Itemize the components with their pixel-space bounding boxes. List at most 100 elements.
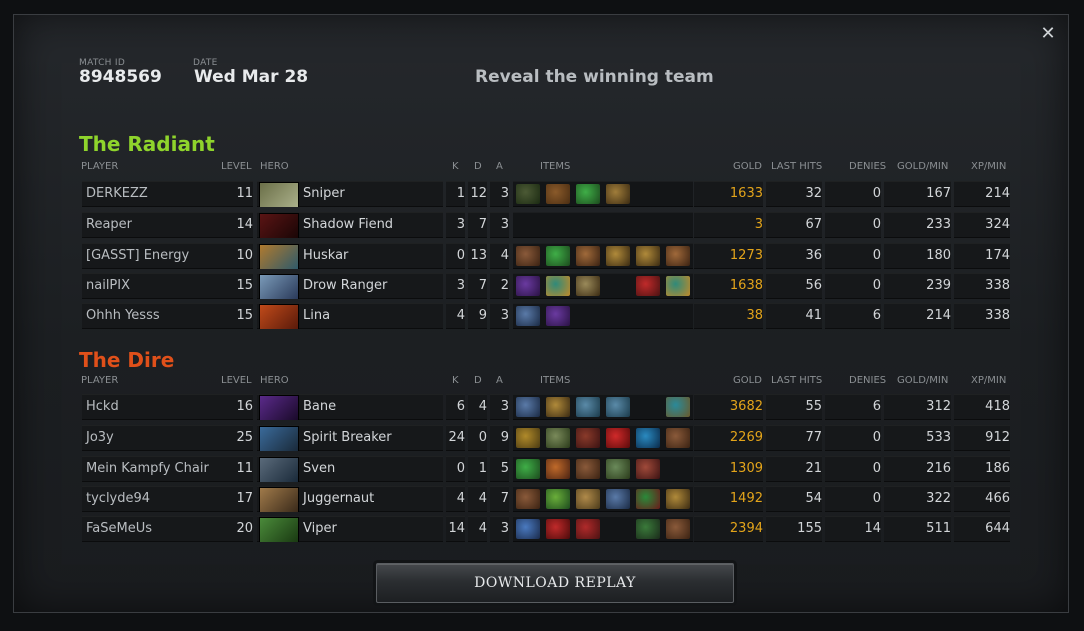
gold: 38 (694, 303, 763, 329)
gold-per-min: 216 (884, 456, 951, 482)
item-icon[interactable] (666, 489, 690, 509)
item-icon[interactable] (576, 276, 600, 296)
column-header-d: D (474, 375, 482, 386)
player-row[interactable]: FaSeMeUs 20 Viper 14 4 3 2394 155 14 511 644 (82, 516, 1012, 542)
player-level: 14 (231, 212, 253, 238)
player-row[interactable]: Reaper 14 Shadow Fiend 3 7 3 3 67 0 233 324 (82, 212, 1012, 238)
xp-per-min: 644 (954, 516, 1010, 542)
item-icon[interactable] (546, 306, 570, 326)
item-icon[interactable] (666, 397, 690, 417)
deaths: 13 (468, 243, 487, 269)
deaths: 0 (468, 425, 487, 451)
close-icon[interactable]: ✕ (1040, 25, 1056, 43)
item-icon[interactable] (576, 459, 600, 479)
item-icon[interactable] (576, 428, 600, 448)
denies: 0 (825, 181, 881, 207)
item-icon[interactable] (666, 428, 690, 448)
item-icon[interactable] (576, 397, 600, 417)
hero-cell: Bane (257, 394, 443, 420)
hero-portrait-icon (259, 426, 299, 451)
item-icon[interactable] (606, 459, 630, 479)
column-header-last-hits: LAST HITS (771, 375, 823, 386)
item-icon[interactable] (516, 276, 540, 296)
items-cell (513, 273, 693, 299)
column-header-player: PLAYER (81, 375, 119, 386)
kills: 1 (446, 181, 465, 207)
item-icon[interactable] (606, 397, 630, 417)
player-level: 11 (231, 456, 253, 482)
item-icon[interactable] (516, 246, 540, 266)
gold-per-min: 533 (884, 425, 951, 451)
kills: 4 (446, 303, 465, 329)
item-icon[interactable] (516, 184, 540, 204)
kills: 0 (446, 243, 465, 269)
item-icon[interactable] (666, 519, 690, 539)
column-header-a: A (496, 375, 503, 386)
player-level: 10 (231, 243, 253, 269)
reveal-winner-link[interactable]: Reveal the winning team (475, 67, 714, 87)
item-icon[interactable] (666, 276, 690, 296)
column-header-denies: DENIES (849, 375, 887, 386)
item-icon[interactable] (546, 184, 570, 204)
assists: 3 (490, 303, 509, 329)
column-header-a: A (496, 161, 503, 172)
item-icon[interactable] (516, 428, 540, 448)
player-row[interactable]: tyclyde94 17 Juggernaut 4 4 7 1492 54 0 322 466 (82, 486, 1012, 512)
player-row[interactable]: Hckd 16 Bane 6 4 3 3682 55 6 312 418 (82, 394, 1012, 420)
item-icon[interactable] (636, 276, 660, 296)
last-hits: 21 (766, 456, 822, 482)
item-icon[interactable] (546, 276, 570, 296)
gold: 1273 (694, 243, 763, 269)
gold-per-min: 233 (884, 212, 951, 238)
item-icon[interactable] (636, 459, 660, 479)
deaths: 12 (468, 181, 487, 207)
item-icon[interactable] (546, 519, 570, 539)
item-icon[interactable] (546, 459, 570, 479)
assists: 9 (490, 425, 509, 451)
gold: 3 (694, 212, 763, 238)
kills: 4 (446, 486, 465, 512)
item-icon[interactable] (546, 246, 570, 266)
item-icon[interactable] (636, 519, 660, 539)
denies: 6 (825, 303, 881, 329)
player-row[interactable]: Jo3y 25 Spirit Breaker 24 0 9 2269 77 0 533 912 (82, 425, 1012, 451)
item-icon[interactable] (576, 246, 600, 266)
assists: 3 (490, 516, 509, 542)
item-icon[interactable] (546, 489, 570, 509)
item-icon[interactable] (546, 397, 570, 417)
download-replay-button[interactable]: DOWNLOAD REPLAY (376, 563, 734, 603)
gold: 1633 (694, 181, 763, 207)
player-row[interactable]: nailPIX 15 Drow Ranger 3 7 2 1638 56 0 239 338 (82, 273, 1012, 299)
player-row[interactable]: DERKEZZ 11 Sniper 1 12 3 1633 32 0 167 214 (82, 181, 1012, 207)
item-icon[interactable] (606, 428, 630, 448)
item-icon[interactable] (606, 184, 630, 204)
item-icon[interactable] (516, 397, 540, 417)
item-icon[interactable] (606, 246, 630, 266)
column-header-hero: HERO (260, 375, 289, 386)
player-row[interactable]: Mein Kampfy Chair 11 Sven 0 1 5 1309 21 0 216 186 (82, 456, 1012, 482)
player-row[interactable]: Ohhh Yesss 15 Lina 4 9 3 38 41 6 214 338 (82, 303, 1012, 329)
hero-cell: Juggernaut (257, 486, 443, 512)
item-icon[interactable] (636, 428, 660, 448)
item-icon[interactable] (576, 489, 600, 509)
item-icon[interactable] (636, 489, 660, 509)
item-icon[interactable] (516, 306, 540, 326)
item-icon[interactable] (606, 489, 630, 509)
item-icon[interactable] (516, 459, 540, 479)
item-icon[interactable] (636, 246, 660, 266)
item-icon[interactable] (516, 519, 540, 539)
item-icon[interactable] (576, 519, 600, 539)
player-row[interactable]: [GASST] Energy 10 Huskar 0 13 4 1273 36 0 180 174 (82, 243, 1012, 269)
column-header-last-hits: LAST HITS (771, 161, 823, 172)
player-level: 16 (231, 394, 253, 420)
denies: 14 (825, 516, 881, 542)
kills: 0 (446, 456, 465, 482)
deaths: 4 (468, 486, 487, 512)
xp-per-min: 912 (954, 425, 1010, 451)
item-icon[interactable] (666, 246, 690, 266)
assists: 7 (490, 486, 509, 512)
item-icon[interactable] (516, 489, 540, 509)
deaths: 1 (468, 456, 487, 482)
item-icon[interactable] (576, 184, 600, 204)
item-icon[interactable] (546, 428, 570, 448)
